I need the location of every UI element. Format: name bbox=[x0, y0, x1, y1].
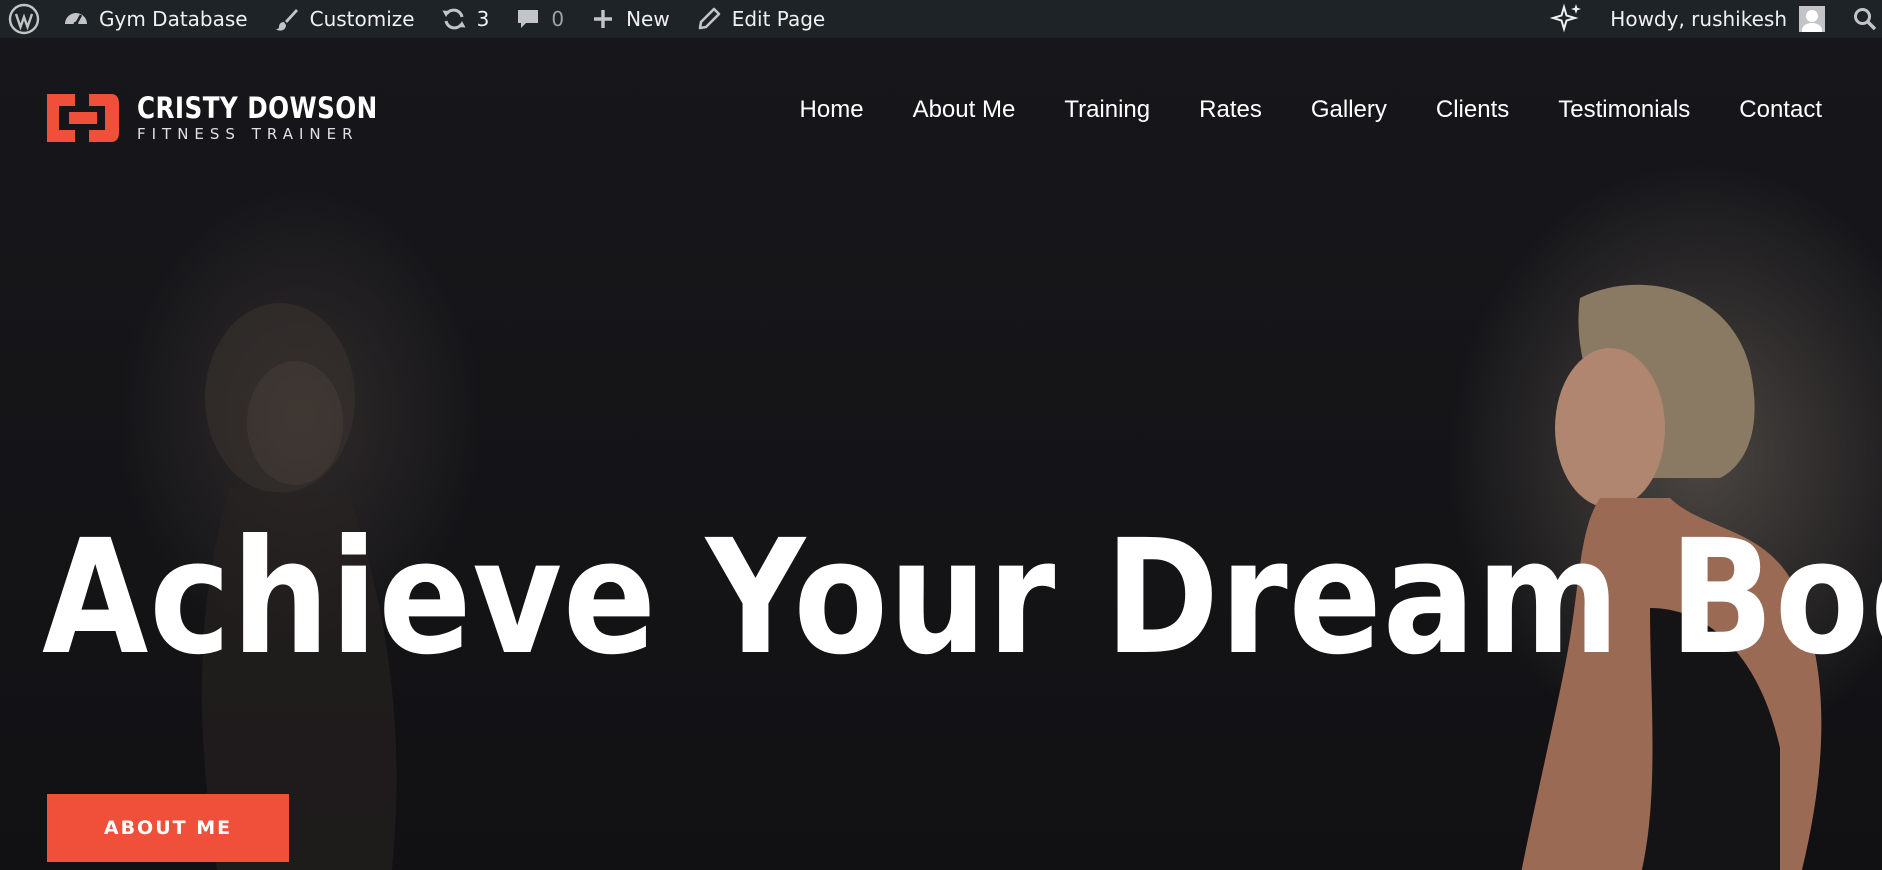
search-icon bbox=[1852, 6, 1878, 32]
hero-section: CRISTY DOWSON FITNESS TRAINER Home About… bbox=[0, 38, 1882, 870]
admin-bar-right: Howdy, rushikesh bbox=[1537, 0, 1882, 38]
ai-assistant-button[interactable] bbox=[1537, 0, 1597, 38]
customize-label: Customize bbox=[309, 7, 415, 31]
comment-bubble-icon bbox=[515, 6, 541, 32]
updates-link[interactable]: 3 bbox=[428, 0, 503, 38]
updates-count: 3 bbox=[476, 7, 490, 31]
logo-name: CRISTY DOWSON bbox=[137, 91, 378, 125]
nav-item-training[interactable]: Training bbox=[1064, 96, 1150, 124]
logo-tagline: FITNESS TRAINER bbox=[137, 125, 359, 143]
wp-admin-bar: Gym Database Customize 3 0 New Edit Page… bbox=[0, 0, 1882, 38]
dashboard-gauge-icon bbox=[63, 6, 89, 32]
edit-page-link[interactable]: Edit Page bbox=[683, 0, 839, 38]
about-me-button[interactable]: ABOUT ME bbox=[47, 794, 289, 862]
cd-monogram-logo-icon bbox=[47, 94, 119, 142]
sparkles-icon bbox=[1550, 2, 1584, 36]
pencil-icon bbox=[696, 6, 722, 32]
search-button[interactable] bbox=[1839, 0, 1882, 38]
hero-headline: Achieve Your Dream Body bbox=[42, 506, 1882, 690]
admin-bar-left: Gym Database Customize 3 0 New Edit Page bbox=[0, 0, 838, 38]
site-name-link[interactable]: Gym Database bbox=[50, 0, 261, 38]
nav-item-clients[interactable]: Clients bbox=[1436, 96, 1509, 124]
plus-icon bbox=[590, 6, 616, 32]
greeting-label: Howdy, rushikesh bbox=[1610, 7, 1787, 31]
nav-item-testimonials[interactable]: Testimonials bbox=[1558, 96, 1690, 124]
nav-item-contact[interactable]: Contact bbox=[1739, 96, 1822, 124]
nav-item-rates[interactable]: Rates bbox=[1199, 96, 1262, 124]
site-logo[interactable]: CRISTY DOWSON FITNESS TRAINER bbox=[45, 90, 420, 146]
main-navigation: Home About Me Training Rates Gallery Cli… bbox=[751, 96, 1822, 124]
site-name-label: Gym Database bbox=[99, 7, 248, 31]
comments-link[interactable]: 0 bbox=[502, 0, 577, 38]
logo-text: CRISTY DOWSON FITNESS TRAINER bbox=[137, 93, 420, 143]
wordpress-logo-button[interactable] bbox=[0, 0, 50, 38]
comments-count: 0 bbox=[551, 7, 565, 31]
new-content-link[interactable]: New bbox=[577, 0, 683, 38]
my-account-link[interactable]: Howdy, rushikesh bbox=[1597, 0, 1839, 38]
nav-item-gallery[interactable]: Gallery bbox=[1311, 96, 1387, 124]
edit-page-label: Edit Page bbox=[731, 7, 826, 31]
paintbrush-icon bbox=[274, 6, 300, 32]
refresh-updates-icon bbox=[441, 6, 467, 32]
new-label: New bbox=[626, 7, 670, 31]
wordpress-icon bbox=[8, 3, 40, 35]
nav-item-about-me[interactable]: About Me bbox=[913, 96, 1016, 124]
user-avatar bbox=[1799, 6, 1825, 32]
nav-item-home[interactable]: Home bbox=[800, 96, 864, 124]
customize-link[interactable]: Customize bbox=[261, 0, 428, 38]
